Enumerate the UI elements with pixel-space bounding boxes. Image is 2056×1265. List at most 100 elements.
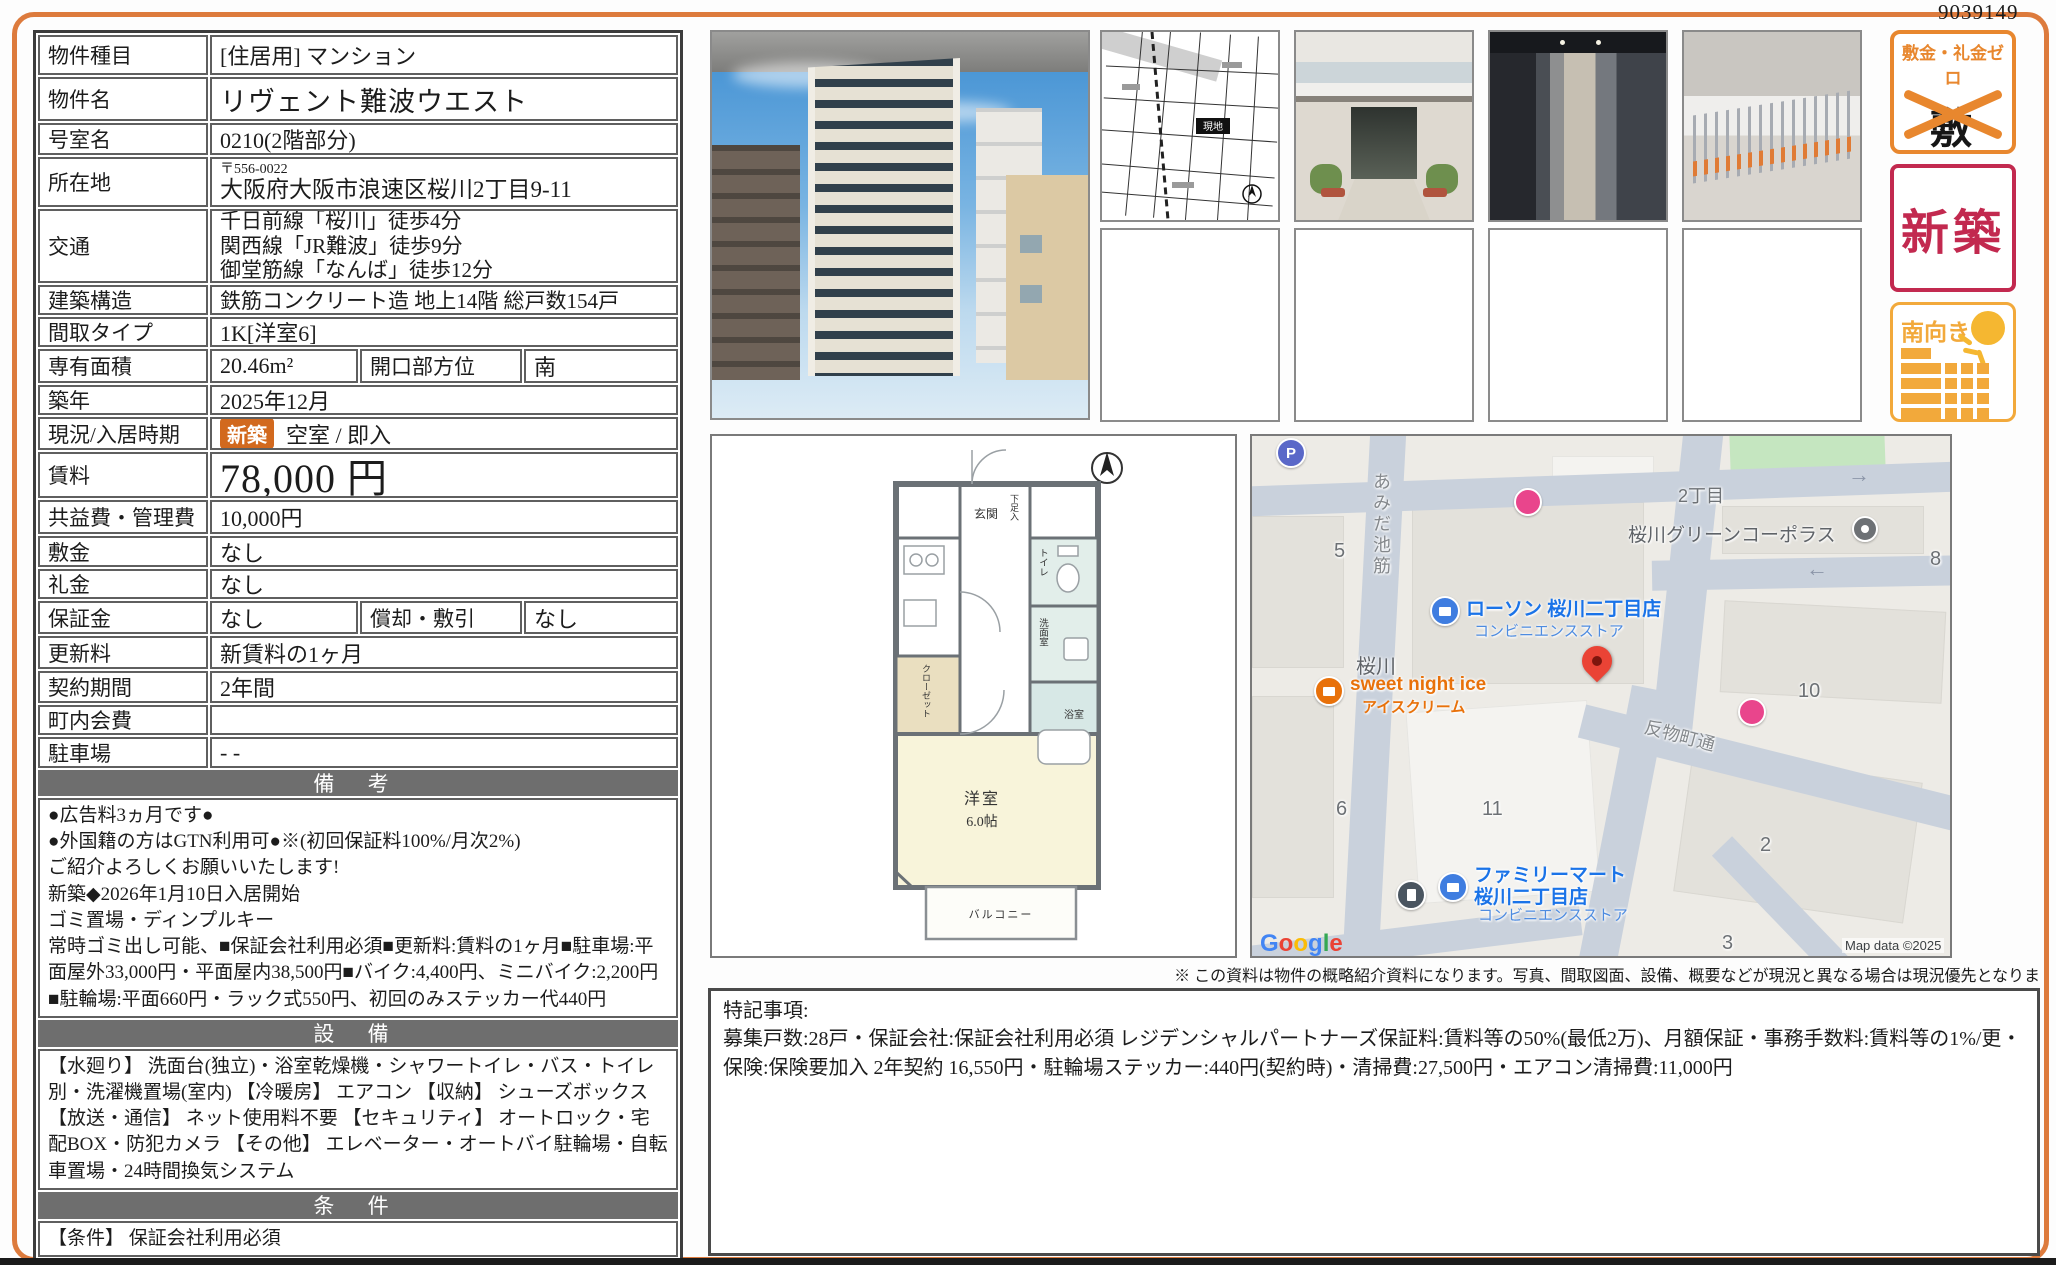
row-label: 賃料 [38, 452, 208, 498]
address: 大阪府大阪市浪速区桜川2丁目9-11 [220, 177, 572, 202]
main-building-photo [710, 30, 1090, 420]
neighbor-building-right [1006, 175, 1088, 380]
hotel-pin-icon [1514, 488, 1542, 516]
row-label: 共益費・管理費 [38, 500, 208, 534]
table-row: 物件種目 [住居用] マンション [38, 35, 678, 75]
one-way-arrow-icon: → [1848, 462, 1870, 488]
entrance-label: 玄関 [974, 506, 998, 521]
block-number: 8 [1930, 548, 1941, 571]
table-row: 専有面積 20.46m² 開口部方位 南 [38, 349, 678, 383]
row-label: 交通 [38, 209, 208, 283]
site-label: 現地 [1203, 120, 1223, 133]
window [1020, 235, 1042, 253]
row-label: 号室名 [38, 123, 208, 155]
hotel-pin-icon [1738, 698, 1766, 726]
table-row: 敷金 なし [38, 536, 678, 567]
thumb-corridor-photo [1488, 30, 1668, 222]
familymart-store-icon [1438, 872, 1468, 902]
badge-zero-deposit: 敷金・礼金ゼロ 敷礼 [1890, 30, 2016, 154]
row-value: 新賃料の1ヶ月 [210, 636, 678, 669]
area-value: 20.46m² [210, 349, 358, 383]
row-label: 償却・敷引 [360, 601, 522, 634]
map-block [1252, 516, 1344, 668]
block-number: 10 [1798, 680, 1820, 703]
table-row: 物件名 リヴェント難波ウエスト [38, 77, 678, 121]
row-value: なし [210, 536, 678, 567]
lawson-store-icon [1430, 596, 1460, 626]
entrance-doorway [1351, 107, 1418, 178]
row-label: 保証金 [38, 601, 208, 634]
logo-letter: e [1329, 930, 1342, 957]
transit-line: 御堂筋線「なんば」徒歩12分 [220, 258, 493, 283]
equipment-header: 設 備 [38, 1020, 678, 1047]
row-label: 専有面積 [38, 349, 208, 383]
window [1020, 285, 1042, 303]
property-name: リヴェント難波ウエスト [210, 77, 678, 121]
row-label: 物件種目 [38, 35, 208, 75]
row-value: 鉄筋コンクリート造 地上14階 総戸数154戸 [210, 285, 678, 315]
property-spec-table: 物件種目 [住居用] マンション 物件名 リヴェント難波ウエスト 号室名 021… [33, 30, 683, 1262]
table-row: 駐車場 - - [38, 737, 678, 768]
thumb-bicycle-parking-photo [1682, 30, 1862, 222]
map-attribution: Map data ©2025 [1842, 938, 1944, 953]
conditions-text: 【条件】 保証会社利用必須 [38, 1221, 678, 1257]
toilet-label: トイレ [1037, 548, 1049, 577]
block-number: 6 [1336, 798, 1347, 821]
balcony-label: バルコニー [969, 908, 1034, 921]
document-number: 9039149 [1938, 0, 2019, 25]
remarks-line: 新築◆2026年1月10日入居開始 [48, 882, 668, 908]
row-value: なし [210, 569, 678, 599]
utensils-glyph [1323, 687, 1335, 696]
map-road [1652, 555, 1952, 590]
thumb-access-map: 現地 [1100, 30, 1280, 222]
conditions-header: 条 件 [38, 1192, 678, 1219]
address-cell: 〒556-0022 大阪府大阪市浪速区桜川2丁目9-11 [210, 157, 678, 207]
table-row: 建築構造 鉄筋コンクリート造 地上14階 総戸数154戸 [38, 285, 678, 315]
floorplan-panel: 玄関 下足入 トイレ 洗面室 浴室 クローゼット 洋室 6.0帖 バルコニー [710, 434, 1237, 958]
equipment-text: 【水廻り】 洗面台(独立)・浴室乾燥機・シャワートイレ・バス・トイレ別・洗濯機置… [38, 1049, 678, 1190]
google-logo: Google [1260, 930, 1343, 958]
room-label: 洋室 [964, 790, 1000, 808]
poi-label: sweet night ice [1350, 674, 1486, 696]
row-value: 10,000円 [210, 500, 678, 534]
location-map: → ← あみだ池筋 反物町通 2丁目 桜川 5 8 6 11 10 2 3 桜川… [1250, 434, 1952, 958]
logo-letter: o [1279, 930, 1294, 957]
transit-line: 関西線「JR難波」徒歩9分 [220, 234, 463, 259]
table-row: 礼金 なし [38, 569, 678, 599]
table-row: 号室名 0210(2階部分) [38, 123, 678, 155]
bathroom-label: 浴室 [1064, 708, 1084, 721]
pin-dot [1861, 525, 1869, 533]
store-glyph [1447, 883, 1459, 892]
row-label: 敷金 [38, 536, 208, 567]
transit-line: 千日前線「桜川」徒歩4分 [220, 209, 462, 234]
empty-photo-frame [1100, 228, 1280, 422]
row-label: 更新料 [38, 636, 208, 669]
badge-new-construction: 新築 [1890, 164, 2016, 292]
ceiling-light [1560, 40, 1565, 45]
row-label: 築年 [38, 385, 208, 415]
row-label: 開口部方位 [360, 349, 522, 383]
table-row: 現況/入居時期 新築 空室 / 即入 [38, 417, 678, 450]
block-number: 5 [1334, 540, 1345, 563]
entrance-path [1338, 179, 1430, 220]
row-value: - - [210, 737, 678, 768]
block-number: 3 [1722, 932, 1733, 955]
table-row: 所在地 〒556-0022 大阪府大阪市浪速区桜川2丁目9-11 [38, 157, 678, 207]
remarks-line: ●広告料3ヵ月です● [48, 803, 668, 829]
station-icon [1396, 880, 1426, 910]
row-value [210, 705, 678, 735]
block-number: 2 [1760, 834, 1771, 857]
page-bottom-edge [0, 1258, 2056, 1265]
row-label: 物件名 [38, 77, 208, 121]
logo-letter: g [1308, 930, 1323, 957]
floorplan-drawing: 玄関 下足入 トイレ 洗面室 浴室 クローゼット 洋室 6.0帖 バルコニー [882, 442, 1132, 957]
district-label: 2丁目 [1678, 482, 1724, 508]
street-name-vertical: あみだ池筋 [1368, 472, 1394, 652]
poi-sublabel: コンビニエンスストア [1478, 904, 1628, 925]
table-row: 共益費・管理費 10,000円 [38, 500, 678, 534]
shoebox-label: 下足入 [1009, 494, 1019, 521]
row-label: 現況/入居時期 [38, 417, 208, 450]
store-glyph [1439, 607, 1451, 616]
rent-value: 78,000 円 [210, 452, 678, 498]
house-icon [1901, 347, 1931, 419]
